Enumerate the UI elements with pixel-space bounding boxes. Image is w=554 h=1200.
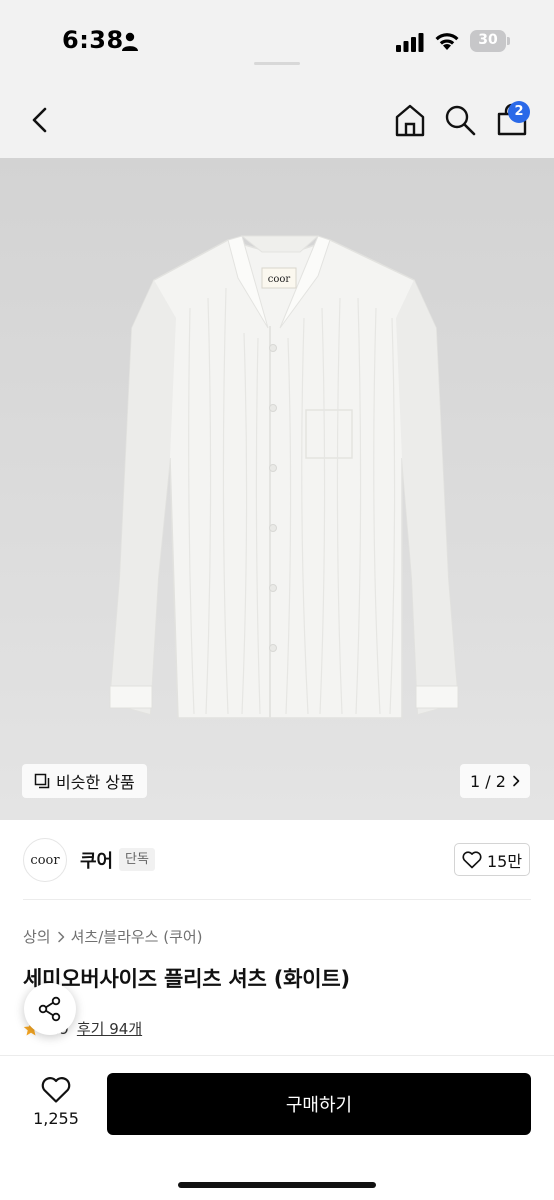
similar-products-button[interactable]: 비슷한 상품 [22, 764, 147, 798]
brand-logo[interactable]: coor [23, 838, 67, 882]
copy-icon [34, 773, 50, 789]
buy-button-label: 구매하기 [285, 1095, 353, 1116]
wishlist-count: 1,255 [33, 1109, 79, 1128]
cart-badge: 2 [508, 101, 530, 123]
battery-icon: 30 [470, 30, 510, 52]
breadcrumb: 상의 셔츠/블라우스 (쿠어) [23, 926, 203, 947]
share-button[interactable] [24, 983, 76, 1035]
exclusive-badge: 단독 [119, 848, 155, 871]
search-icon[interactable] [442, 102, 478, 138]
home-icon[interactable] [392, 102, 428, 138]
image-page-indicator[interactable]: 1 / 2 [460, 764, 530, 798]
status-time: 6:38 [62, 26, 124, 54]
back-button[interactable] [22, 102, 58, 138]
chevron-right-icon [57, 931, 64, 942]
product-title: 세미오버사이즈 플리츠 셔츠 (화이트) [23, 967, 350, 991]
status-bar: 6:38 30 [0, 0, 554, 84]
battery-level: 30 [478, 32, 498, 48]
buy-button[interactable]: 구매하기 [107, 1073, 531, 1135]
divider [23, 899, 531, 900]
wifi-icon [435, 33, 459, 50]
similar-products-label: 비슷한 상품 [56, 773, 135, 792]
page-indicator-text: 1 / 2 [470, 771, 506, 791]
chevron-right-icon [513, 775, 520, 787]
nav-bar [0, 84, 554, 158]
wishlist-button[interactable]: 1,255 [28, 1073, 84, 1135]
review-link[interactable]: 후기 94개 [77, 1018, 142, 1039]
breadcrumb-category[interactable]: 상의 [23, 926, 51, 947]
breadcrumb-subcategory[interactable]: 셔츠/블라우스 (쿠어) [71, 926, 203, 947]
collar-label: coor [268, 274, 291, 285]
url-indicator [254, 62, 300, 65]
share-icon [38, 996, 61, 1022]
product-image[interactable]: coor [0, 158, 554, 820]
brand-name[interactable]: 쿠어 [80, 847, 113, 873]
home-indicator [178, 1182, 376, 1188]
shirt-illustration: coor [109, 235, 459, 719]
person-icon [122, 32, 138, 51]
heart-icon [462, 850, 482, 868]
brand-logo-text: coor [30, 852, 60, 868]
heart-icon [41, 1077, 71, 1103]
brand-like-button[interactable]: 15만 [454, 843, 530, 876]
signal-icon [396, 33, 424, 52]
brand-like-count: 15만 [486, 851, 523, 871]
